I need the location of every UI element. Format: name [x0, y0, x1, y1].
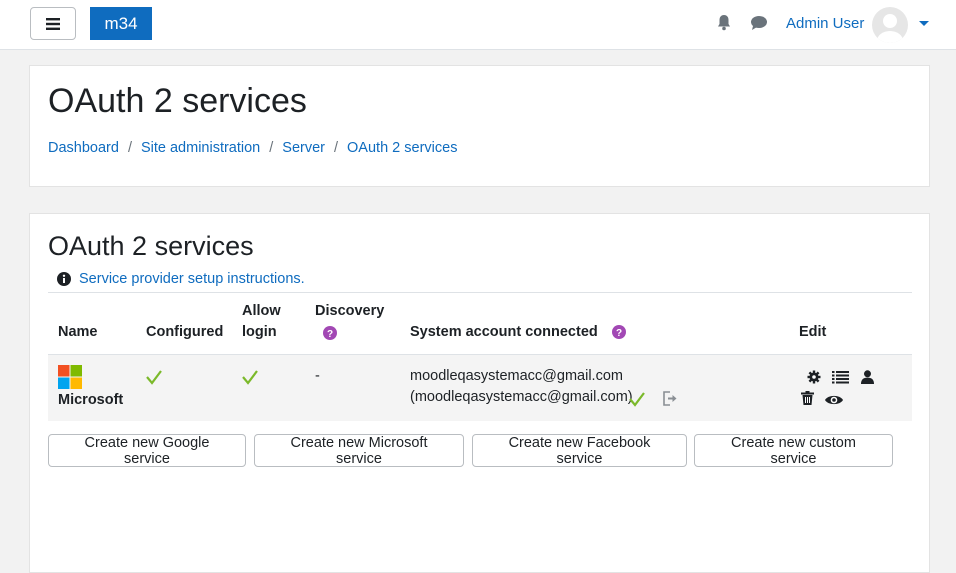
main-content: OAuth 2 services Service provider setup … [29, 213, 930, 573]
create-microsoft-service-button[interactable]: Create new Microsoft service [254, 434, 464, 467]
services-table: Name Configured Allow login Discovery ? … [48, 292, 912, 421]
breadcrumb-separator: / [269, 140, 274, 156]
breadcrumb-oauth2-services[interactable]: OAuth 2 services [347, 140, 457, 156]
page-header: OAuth 2 services Dashboard / Site admini… [29, 65, 930, 187]
breadcrumb-separator: / [127, 140, 132, 156]
svg-text:?: ? [616, 328, 622, 339]
column-system-account: System account connected ? [410, 322, 626, 343]
user-avatar[interactable] [872, 7, 908, 43]
bell-icon[interactable] [716, 14, 732, 31]
check-icon [629, 391, 645, 414]
breadcrumb-site-administration[interactable]: Site administration [141, 140, 260, 156]
eye-icon[interactable] [825, 392, 843, 413]
chevron-down-icon[interactable] [919, 21, 929, 26]
breadcrumb-separator: / [334, 140, 339, 156]
column-system-account-label: System account connected [410, 324, 598, 340]
breadcrumb: Dashboard / Site administration / Server… [48, 140, 457, 156]
service-name: Microsoft [58, 392, 124, 408]
column-discovery-label: Discovery [315, 303, 385, 319]
column-edit: Edit [799, 324, 827, 340]
disconnect-icon[interactable] [662, 391, 679, 413]
table-header: Name Configured Allow login Discovery ? … [48, 293, 912, 355]
create-facebook-service-button[interactable]: Create new Facebook service [472, 434, 687, 467]
menu-toggle-button[interactable] [30, 7, 76, 40]
check-icon [146, 369, 162, 392]
user-menu-name[interactable]: Admin User [786, 15, 864, 32]
column-discovery: Discovery ? [315, 301, 384, 343]
gear-icon[interactable] [807, 370, 821, 391]
breadcrumb-server[interactable]: Server [282, 140, 325, 156]
help-icon[interactable]: ? [611, 325, 626, 340]
list-icon[interactable] [832, 370, 849, 391]
discovery-value: - [315, 368, 320, 384]
breadcrumb-dashboard[interactable]: Dashboard [48, 140, 119, 156]
help-icon[interactable]: ? [323, 326, 337, 341]
check-icon [242, 369, 258, 392]
setup-instructions-link[interactable]: Service provider setup instructions. [79, 271, 305, 287]
svg-text:?: ? [327, 329, 333, 340]
page-title: OAuth 2 services [48, 82, 307, 120]
chat-icon[interactable] [750, 15, 768, 31]
create-custom-service-button[interactable]: Create new custom service [694, 434, 893, 467]
system-account-email: moodleqasystemacc@gmail.com [410, 368, 623, 384]
hamburger-icon [46, 17, 60, 30]
table-row: Microsoft - moodleqasystemacc@gmail.com … [48, 355, 912, 421]
column-configured: Configured [146, 324, 224, 340]
column-name: Name [58, 324, 98, 340]
site-brand-link[interactable]: m34 [90, 7, 152, 40]
create-google-service-button[interactable]: Create new Google service [48, 434, 246, 467]
info-icon [57, 272, 71, 286]
column-allow-login: Allow login [242, 301, 281, 343]
column-allow-login-line2: login [242, 324, 277, 340]
system-account-email-secondary: (moodleqasystemacc@gmail.com) [410, 389, 633, 405]
top-navbar: m34 Admin User [0, 0, 956, 50]
trash-icon[interactable] [801, 391, 814, 412]
instructions: Service provider setup instructions. [57, 271, 305, 287]
column-allow-login-line1: Allow [242, 303, 281, 319]
section-title: OAuth 2 services [48, 231, 254, 261]
user-icon[interactable] [861, 370, 874, 391]
